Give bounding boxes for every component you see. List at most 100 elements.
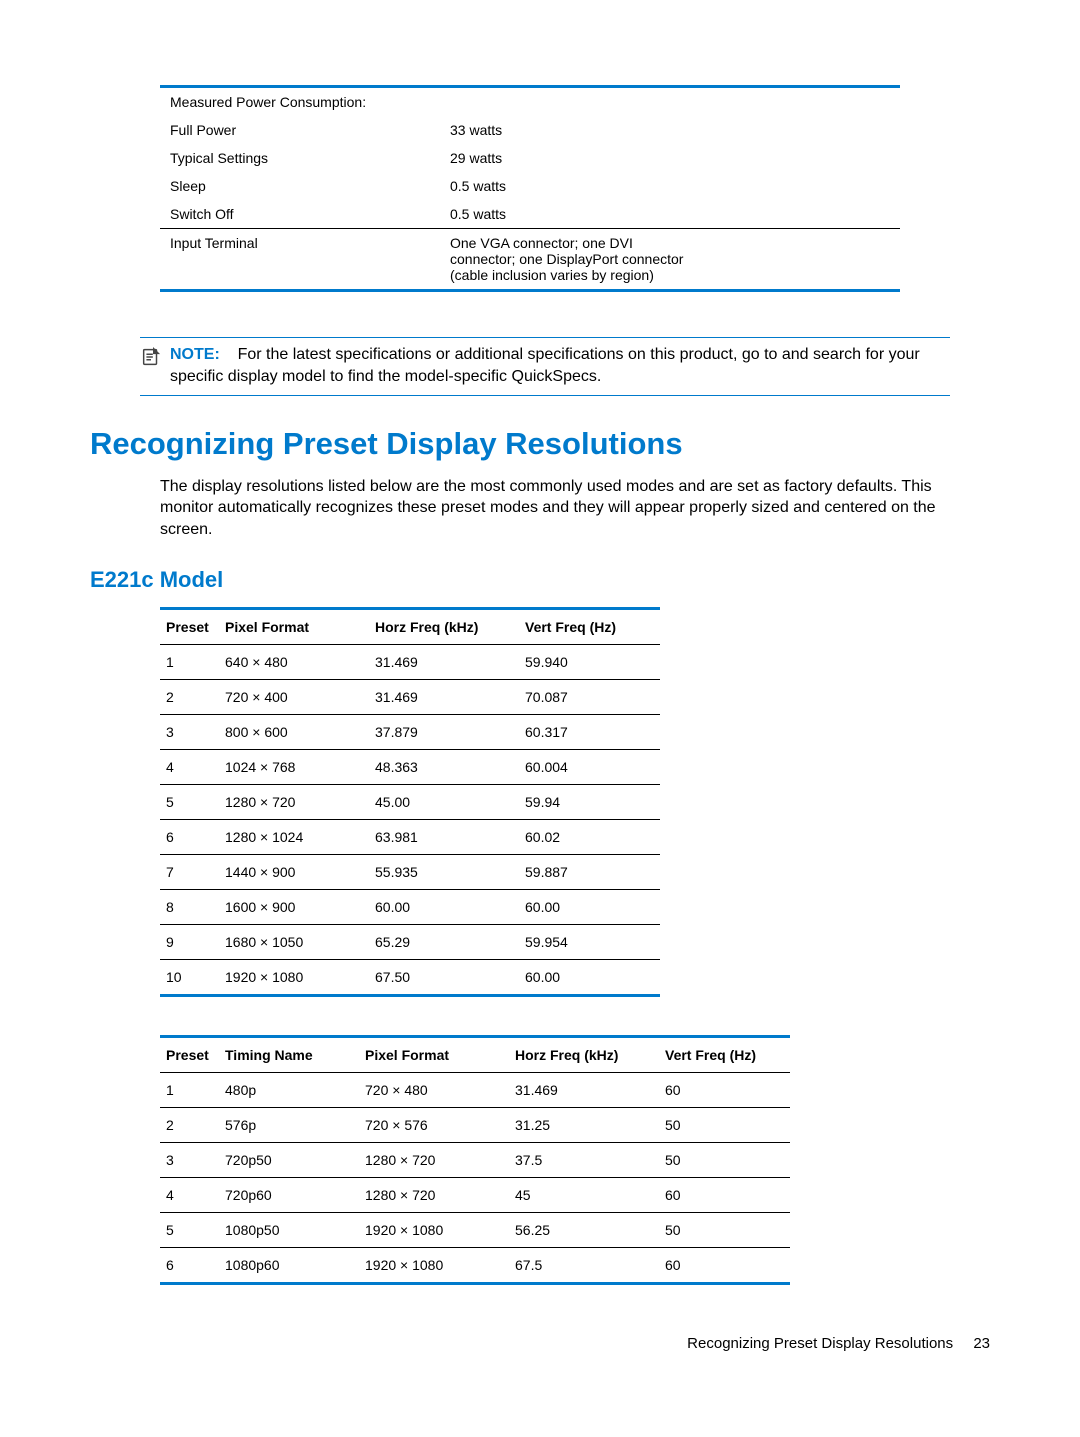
cell: 50 <box>665 1117 790 1133</box>
cell: 640 × 480 <box>225 654 375 670</box>
cell: 9 <box>160 934 225 950</box>
preset-table-1: Preset Pixel Format Horz Freq (kHz) Vert… <box>160 607 660 997</box>
cell: 50 <box>665 1152 790 1168</box>
cell: 1920 × 1080 <box>225 969 375 985</box>
cell: 10 <box>160 969 225 985</box>
cell: 70.087 <box>525 689 660 705</box>
table-row: 91680 × 105065.2959.954 <box>160 925 660 960</box>
table-row: 61280 × 102463.98160.02 <box>160 820 660 855</box>
cell: 45.00 <box>375 794 525 810</box>
cell: 720 × 480 <box>365 1082 515 1098</box>
note-box: NOTE: For the latest specifications or a… <box>140 337 950 396</box>
spec-row: Full Power33 watts <box>160 116 900 144</box>
intro-paragraph: The display resolutions listed below are… <box>160 476 950 541</box>
cell: 1920 × 1080 <box>365 1222 515 1238</box>
table-row: 81600 × 90060.0060.00 <box>160 890 660 925</box>
table-row: 71440 × 90055.93559.887 <box>160 855 660 890</box>
col-header: Horz Freq (kHz) <box>515 1047 665 1063</box>
table-row: 4720p601280 × 7204560 <box>160 1178 790 1213</box>
spec-value: 0.5 watts <box>450 178 900 194</box>
col-header: Vert Freq (Hz) <box>665 1047 790 1063</box>
cell: 1080p50 <box>225 1222 365 1238</box>
col-header: Preset <box>160 1047 225 1063</box>
cell: 1280 × 720 <box>225 794 375 810</box>
cell: 1600 × 900 <box>225 899 375 915</box>
cell: 1920 × 1080 <box>365 1257 515 1273</box>
spec-value: 33 watts <box>450 122 900 138</box>
cell: 1280 × 720 <box>365 1152 515 1168</box>
spec-row: Typical Settings29 watts <box>160 144 900 172</box>
spec-row: Switch Off0.5 watts <box>160 200 900 229</box>
cell: 6 <box>160 829 225 845</box>
cell: 60 <box>665 1257 790 1273</box>
cell: 65.29 <box>375 934 525 950</box>
note-icon <box>140 344 170 389</box>
col-header: Timing Name <box>225 1047 365 1063</box>
cell: 1280 × 1024 <box>225 829 375 845</box>
cell: 4 <box>160 1187 225 1203</box>
page-footer: Recognizing Preset Display Resolutions 2… <box>90 1335 990 1352</box>
cell: 59.940 <box>525 654 660 670</box>
cell: 37.5 <box>515 1152 665 1168</box>
cell: 8 <box>160 899 225 915</box>
cell: 60.004 <box>525 759 660 775</box>
cell: 3 <box>160 1152 225 1168</box>
cell: 59.94 <box>525 794 660 810</box>
cell: 31.25 <box>515 1117 665 1133</box>
cell: 67.5 <box>515 1257 665 1273</box>
cell: 720 × 576 <box>365 1117 515 1133</box>
preset-table-2: Preset Timing Name Pixel Format Horz Fre… <box>160 1035 790 1285</box>
cell: 2 <box>160 1117 225 1133</box>
cell: 59.887 <box>525 864 660 880</box>
col-header: Horz Freq (kHz) <box>375 619 525 635</box>
cell: 60 <box>665 1082 790 1098</box>
table-row: 2576p720 × 57631.2550 <box>160 1108 790 1143</box>
spec-value: 0.5 watts <box>450 206 900 222</box>
cell: 37.879 <box>375 724 525 740</box>
spec-value: 29 watts <box>450 150 900 166</box>
spec-label: Full Power <box>160 122 450 138</box>
table-row: 61080p601920 × 108067.560 <box>160 1248 790 1282</box>
cell: 1 <box>160 1082 225 1098</box>
spec-table: Measured Power Consumption: Full Power33… <box>160 85 900 292</box>
table-row: 1480p720 × 48031.46960 <box>160 1073 790 1108</box>
page-number: 23 <box>973 1335 990 1352</box>
cell: 31.469 <box>515 1082 665 1098</box>
cell: 45 <box>515 1187 665 1203</box>
note-text: For the latest specifications or additio… <box>170 346 920 385</box>
col-header: Pixel Format <box>225 619 375 635</box>
page-heading: Recognizing Preset Display Resolutions <box>90 426 990 462</box>
cell: 4 <box>160 759 225 775</box>
table-header: Preset Timing Name Pixel Format Horz Fre… <box>160 1038 790 1073</box>
cell: 63.981 <box>375 829 525 845</box>
table-row: 3800 × 60037.87960.317 <box>160 715 660 750</box>
cell: 1680 × 1050 <box>225 934 375 950</box>
cell: 480p <box>225 1082 365 1098</box>
table-row: 51280 × 72045.0059.94 <box>160 785 660 820</box>
spec-label: Sleep <box>160 178 450 194</box>
table-row: 3720p501280 × 72037.550 <box>160 1143 790 1178</box>
cell: 55.935 <box>375 864 525 880</box>
cell: 31.469 <box>375 654 525 670</box>
cell: 5 <box>160 794 225 810</box>
spec-row: Sleep0.5 watts <box>160 172 900 200</box>
spec-input-terminal-value: One VGA connector; one DVI connector; on… <box>450 235 710 283</box>
footer-title: Recognizing Preset Display Resolutions <box>687 1335 953 1352</box>
model-heading: E221c Model <box>90 567 990 593</box>
cell: 7 <box>160 864 225 880</box>
cell: 1280 × 720 <box>365 1187 515 1203</box>
col-header: Pixel Format <box>365 1047 515 1063</box>
cell: 50 <box>665 1222 790 1238</box>
cell: 60.00 <box>375 899 525 915</box>
cell: 1080p60 <box>225 1257 365 1273</box>
table-row: 51080p501920 × 108056.2550 <box>160 1213 790 1248</box>
cell: 1 <box>160 654 225 670</box>
table-header: Preset Pixel Format Horz Freq (kHz) Vert… <box>160 610 660 645</box>
cell: 576p <box>225 1117 365 1133</box>
cell: 60.00 <box>525 969 660 985</box>
cell: 6 <box>160 1257 225 1273</box>
col-header: Preset <box>160 619 225 635</box>
cell: 60.02 <box>525 829 660 845</box>
cell: 60.317 <box>525 724 660 740</box>
cell: 60 <box>665 1187 790 1203</box>
